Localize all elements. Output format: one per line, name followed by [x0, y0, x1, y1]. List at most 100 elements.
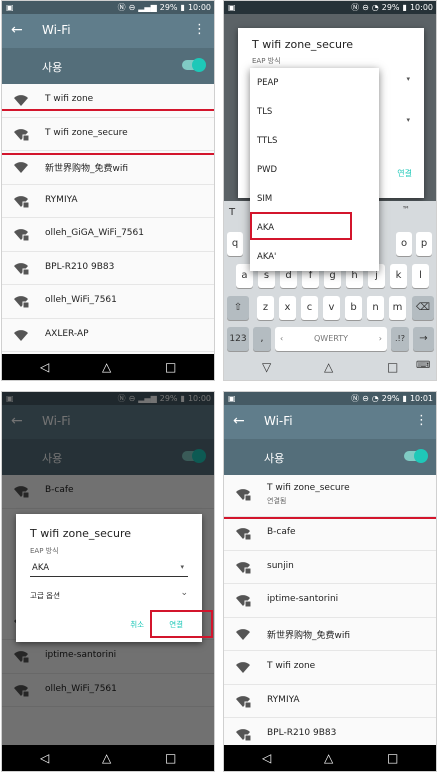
key-n[interactable]: n	[367, 296, 384, 320]
nav-recent-icon[interactable]: □	[387, 360, 398, 374]
signal-icon: ▂▄▆	[138, 3, 157, 12]
wifi-lock-icon	[236, 489, 251, 501]
dialog-title: T wifi zone_secure	[30, 527, 132, 540]
nav-recent-icon[interactable]: □	[165, 360, 176, 374]
key-c[interactable]: c	[301, 296, 318, 320]
dropdown-arrow-icon: ▾	[180, 563, 184, 571]
wifi-switch[interactable]	[404, 449, 428, 463]
wifi-switch[interactable]	[182, 58, 206, 72]
nav-home-icon[interactable]: △	[102, 360, 111, 374]
more-options-icon[interactable]: ⋮	[415, 413, 428, 428]
key-p[interactable]: p	[416, 232, 432, 256]
network-row[interactable]: 新世界购物_免费wifi	[224, 617, 436, 651]
battery-text: 29%	[159, 3, 178, 12]
nav-back-icon[interactable]: ▽	[262, 360, 271, 374]
network-name: T wifi zone	[267, 661, 316, 671]
menu-item[interactable]: TTLS	[250, 126, 379, 155]
network-row[interactable]: olleh_WiFi_7561	[2, 285, 214, 319]
back-arrow-icon[interactable]: ←	[233, 413, 245, 429]
menu-item-label: AKA'	[257, 252, 277, 262]
clock: 10:00	[409, 3, 433, 12]
connected-network-row[interactable]: T wifi zone_secure 연결됨	[224, 475, 436, 517]
clock: 10:01	[409, 394, 433, 403]
network-row[interactable]: iptime-santorini	[224, 584, 436, 618]
shift-key[interactable]: ⇧	[227, 296, 249, 320]
more-options-icon[interactable]: ⋮	[193, 22, 206, 37]
network-row[interactable]: B-cafe	[224, 517, 436, 551]
network-row[interactable]: AXLER-AP	[2, 318, 214, 352]
key-q[interactable]: q	[227, 232, 243, 256]
nav-recent-icon[interactable]: □	[387, 751, 398, 765]
network-name: iptime-santorini	[267, 594, 339, 604]
punct-key[interactable]: .!?	[391, 327, 409, 351]
nav-home-icon[interactable]: △	[324, 360, 333, 374]
network-row[interactable]: BPL-R210 9B83	[2, 251, 214, 285]
status-bar: ▣ Ⓝ ⊖ ◔ 29% ▮ 10:00	[224, 1, 436, 14]
nav-home-icon[interactable]: △	[102, 751, 111, 765]
space-left-arrow-icon: ‹	[280, 334, 284, 343]
key-o[interactable]: o	[396, 232, 412, 256]
nfc-icon: Ⓝ	[351, 3, 360, 12]
back-arrow-icon[interactable]: ←	[11, 22, 23, 38]
page-title: Wi-Fi	[264, 414, 293, 428]
network-row[interactable]: 新世界购物_免费wifi	[2, 151, 214, 185]
highlight-box	[250, 212, 352, 240]
nav-back-icon[interactable]: ◁	[262, 751, 271, 765]
connection-status: 연결됨	[267, 497, 287, 505]
menu-item[interactable]: PWD	[250, 155, 379, 184]
network-row[interactable]: RYMIYA	[224, 684, 436, 718]
menu-item[interactable]: PEAP	[250, 68, 379, 97]
wifi-icon	[236, 628, 250, 640]
key-k[interactable]: k	[390, 264, 407, 288]
comma-key[interactable]: ,	[253, 327, 271, 351]
network-row[interactable]: RYMIYA	[2, 184, 214, 218]
menu-item-label: TTLS	[257, 136, 278, 146]
menu-item[interactable]: SIM	[250, 184, 379, 213]
dropdown-arrow-icon: ▾	[406, 116, 410, 124]
dropdown-arrow-icon: ▾	[406, 75, 410, 83]
key-l[interactable]: l	[412, 264, 429, 288]
screen-wifi-connected: ▣ Ⓝ ⊖ ◔ 29% ▮ 10:01 ← Wi-Fi ⋮ 사용 T wifi zone_…	[223, 391, 437, 772]
key-m[interactable]: m	[389, 296, 406, 320]
wifi-lock-icon	[14, 262, 29, 275]
page-title: Wi-Fi	[42, 23, 71, 37]
menu-item[interactable]: TLS	[250, 97, 379, 126]
connect-button[interactable]: 연결	[397, 168, 412, 179]
menu-item-label: SIM	[257, 194, 273, 204]
suggestion-t[interactable]: T	[229, 207, 235, 218]
eap-method-menu: PEAP TLS TTLS PWD SIM AKA AKA'	[250, 68, 379, 271]
wifi-lock-icon	[14, 229, 29, 241]
key-x[interactable]: x	[279, 296, 296, 320]
network-row[interactable]: olleh_GiGA_WiFi_7561	[2, 218, 214, 252]
eap-select[interactable]: AKA	[32, 563, 49, 573]
network-row[interactable]: sunjin	[224, 550, 436, 584]
cancel-button[interactable]: 취소	[130, 619, 144, 630]
wifi-lock-icon	[236, 528, 251, 540]
enter-key[interactable]: →	[413, 327, 434, 351]
keyboard-icon[interactable]: ⌨	[416, 360, 430, 371]
network-row[interactable]: T wifi zone	[2, 84, 214, 118]
advanced-options[interactable]: 고급 옵션	[30, 590, 60, 601]
chevron-down-icon[interactable]: ⌄	[180, 588, 188, 598]
network-name: B-cafe	[267, 527, 296, 537]
battery-icon: ▮	[180, 3, 185, 12]
nav-home-icon[interactable]: △	[324, 751, 333, 765]
key-v[interactable]: v	[323, 296, 340, 320]
network-row[interactable]: T wifi zone_secure	[2, 117, 214, 151]
key-z[interactable]: z	[257, 296, 274, 320]
notification-icon: ▣	[6, 3, 14, 12]
space-key[interactable]: ‹ QWERTY ›	[275, 327, 387, 351]
suggestion-tm[interactable]: ™	[402, 205, 410, 214]
menu-item[interactable]: AKA'	[250, 242, 379, 271]
nav-recent-icon[interactable]: □	[165, 751, 176, 765]
nfc-icon: Ⓝ	[351, 394, 360, 403]
nav-back-icon[interactable]: ◁	[40, 360, 49, 374]
nav-back-icon[interactable]: ◁	[40, 751, 49, 765]
network-name: olleh_GiGA_WiFi_7561	[45, 228, 144, 238]
network-row[interactable]: T wifi zone	[224, 651, 436, 685]
num-key[interactable]: 123	[227, 327, 249, 351]
battery-text: 29%	[381, 3, 400, 12]
backspace-key[interactable]: ⌫	[412, 296, 434, 320]
key-b[interactable]: b	[345, 296, 362, 320]
menu-item-label: TLS	[257, 107, 273, 117]
